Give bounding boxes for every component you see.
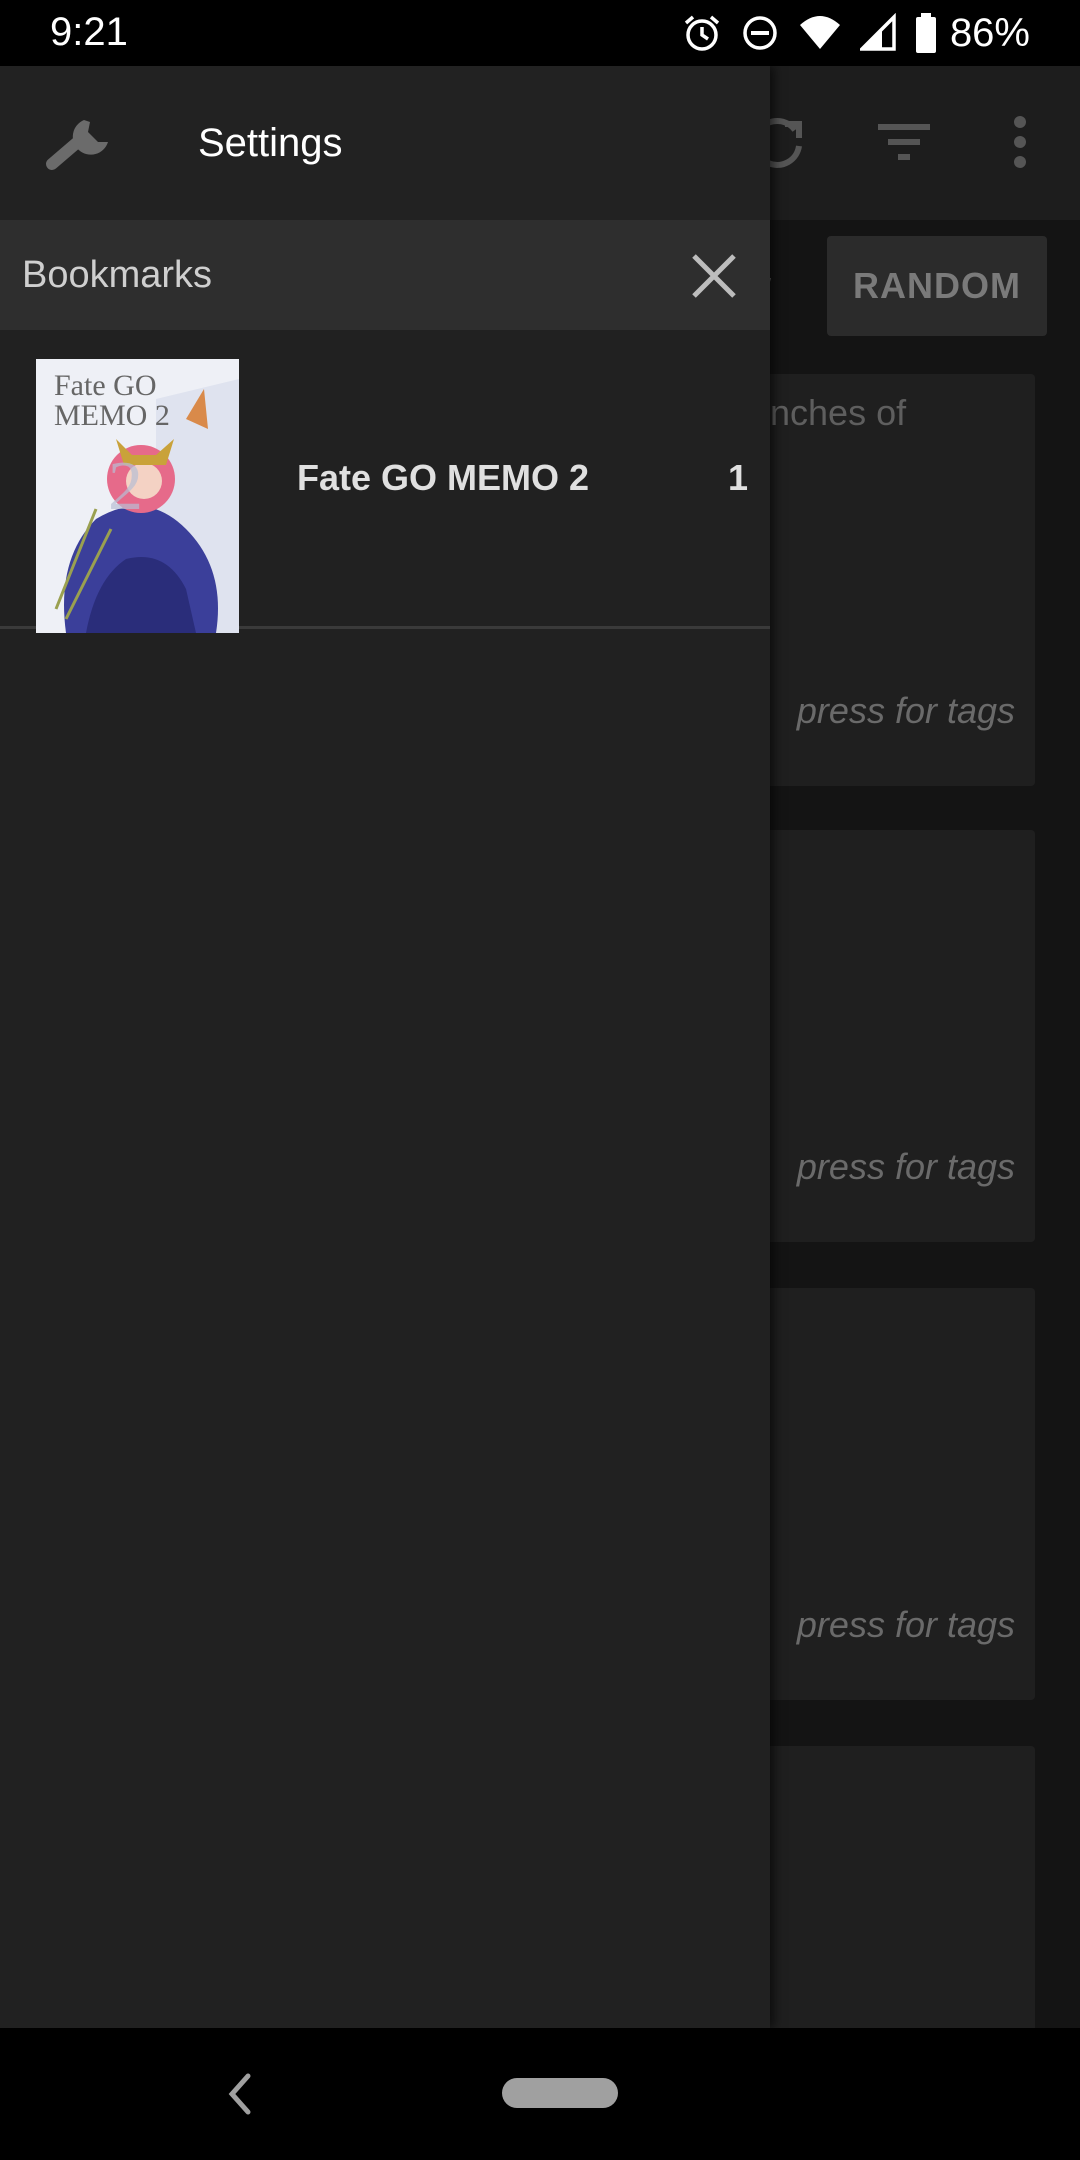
bookmark-cover-thumbnail: 2 Fate GO MEMO 2	[36, 359, 239, 633]
filter-icon[interactable]	[872, 110, 936, 174]
more-options-icon[interactable]	[1000, 110, 1040, 174]
gallery-card[interactable]	[745, 1746, 1035, 2046]
alarm-icon	[684, 15, 720, 51]
back-icon[interactable]	[220, 2070, 260, 2118]
gallery-card[interactable]: press for tags	[745, 830, 1035, 1242]
battery-percentage: 86%	[949, 10, 1030, 55]
navigation-bar	[0, 2028, 1080, 2160]
status-icons: 86%	[682, 8, 1030, 58]
card-text-partial: nches of	[770, 392, 907, 433]
card-hint: press for tags	[796, 1146, 1015, 1187]
status-bar: 9:21 86%	[0, 0, 1080, 66]
dnd-icon	[743, 16, 777, 50]
svg-text:2: 2	[108, 448, 143, 525]
wrench-icon	[46, 120, 108, 170]
bookmark-item[interactable]: 2 Fate GO MEMO 2 Fate GO MEMO 2 1	[0, 330, 770, 633]
wifi-icon	[799, 16, 840, 49]
close-icon[interactable]	[684, 246, 744, 306]
bookmark-title: Fate GO MEMO 2	[297, 457, 590, 498]
gallery-card[interactable]: press for tags	[745, 1288, 1035, 1700]
bookmarks-section-header: Bookmarks	[0, 220, 770, 330]
gallery-card[interactable]: nches of press for tags	[745, 374, 1035, 786]
home-pill[interactable]	[502, 2078, 618, 2108]
bookmarks-title: Bookmarks	[22, 254, 213, 296]
drawer-header[interactable]: Settings	[0, 66, 770, 220]
status-time: 9:21	[50, 10, 128, 54]
bookmark-page-count: 1	[727, 457, 748, 498]
navigation-drawer: Settings Bookmarks 2 Fate GO MEMO 2 Fate…	[0, 66, 770, 2028]
card-hint: press for tags	[796, 1604, 1015, 1645]
cover-title: Fate GO MEMO 2	[54, 369, 170, 432]
settings-label: Settings	[198, 121, 343, 165]
random-button[interactable]: RANDOM	[827, 236, 1047, 336]
signal-icon	[859, 13, 896, 51]
card-hint: press for tags	[796, 690, 1015, 731]
battery-icon	[915, 13, 936, 53]
